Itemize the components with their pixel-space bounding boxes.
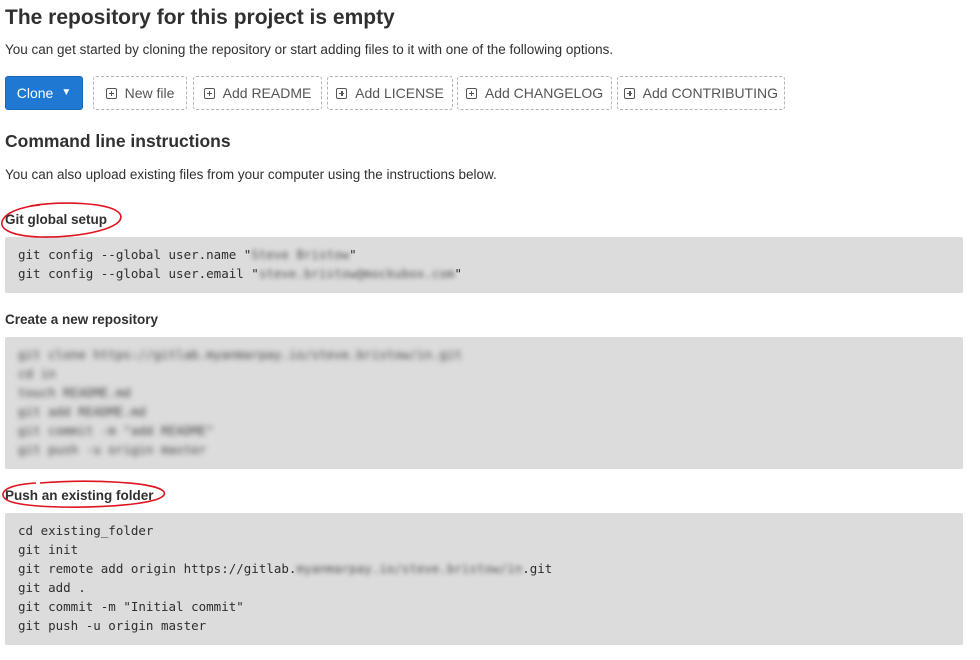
git-global-setup-code[interactable]: git config --global user.name "Steve Bri…: [5, 237, 963, 293]
code-text: git config --global user.name ": [18, 247, 252, 262]
cli-heading: Command line instructions: [5, 131, 231, 151]
new-file-label: New file: [124, 85, 175, 101]
add-license-button[interactable]: Add LICENSE: [327, 76, 453, 110]
code-line: touch README.md: [18, 385, 131, 400]
code-line: git push -u origin master: [18, 442, 207, 457]
code-text: git config --global user.email ": [18, 266, 259, 281]
code-text: .git: [522, 561, 553, 576]
code-line: git init: [18, 542, 79, 557]
cli-description: You can also upload existing files from …: [5, 167, 497, 182]
add-changelog-button[interactable]: Add CHANGELOG: [457, 76, 612, 110]
action-buttons: Clone ▼ New file Add README Add LICENSE …: [5, 76, 963, 110]
plus-square-icon: [203, 87, 215, 99]
code-line: git commit -m "add README": [18, 423, 214, 438]
existing-folder-code[interactable]: cd existing_foldergit init git remote add…: [5, 513, 963, 645]
page-subtitle: You can get started by cloning the repos…: [5, 42, 614, 57]
new-repository-heading: Create a new repository: [5, 312, 159, 327]
existing-folder-heading: Push an existing folder: [5, 488, 154, 503]
clone-label: Clone: [16, 85, 54, 101]
new-repository-code[interactable]: git clone https://gitlab.myanmarpay.io/s…: [5, 337, 963, 469]
code-line: cd in: [18, 366, 56, 381]
code-line: cd existing_folder: [18, 523, 154, 538]
chevron-down-icon: ▼: [61, 86, 72, 98]
add-changelog-label: Add CHANGELOG: [484, 85, 604, 101]
plus-square-icon: [624, 87, 635, 99]
redacted-name: Steve Bristow: [251, 247, 350, 262]
page-title: The repository for this project is empty: [5, 6, 395, 29]
code-text: git remote add origin https://gitlab.: [18, 561, 297, 576]
add-license-label: Add LICENSE: [355, 85, 444, 101]
add-contributing-label: Add CONTRIBUTING: [642, 85, 778, 101]
code-line: git clone https://gitlab.myanmarpay.io/s…: [18, 347, 463, 362]
new-file-button[interactable]: New file: [93, 76, 187, 110]
code-line: git config --global user.email "steve.br…: [18, 264, 950, 283]
code-line: git add .: [18, 580, 86, 595]
add-readme-label: Add README: [222, 85, 312, 101]
code-line: git config --global user.name "Steve Bri…: [18, 245, 950, 264]
code-text: ": [454, 266, 463, 281]
code-text: ": [349, 247, 357, 262]
code-line: git push -u origin master: [18, 618, 207, 633]
code-line: git commit -m "Initial commit": [18, 599, 244, 614]
add-contributing-button[interactable]: Add CONTRIBUTING: [617, 76, 785, 110]
plus-square-icon: [465, 87, 477, 99]
code-line: git add README.md: [18, 404, 146, 419]
redacted-email: steve.bristow@mockubox.com: [258, 266, 455, 281]
code-line: git remote add origin https://gitlab.mya…: [18, 559, 950, 578]
clone-button[interactable]: Clone ▼: [5, 76, 83, 110]
plus-square-icon: [336, 87, 348, 99]
git-global-setup-heading: Git global setup: [5, 212, 108, 227]
add-readme-button[interactable]: Add README: [193, 76, 322, 110]
plus-square-icon: [105, 87, 117, 99]
redacted-url: myanmarpay.io/steve.bristow/in: [296, 561, 523, 576]
